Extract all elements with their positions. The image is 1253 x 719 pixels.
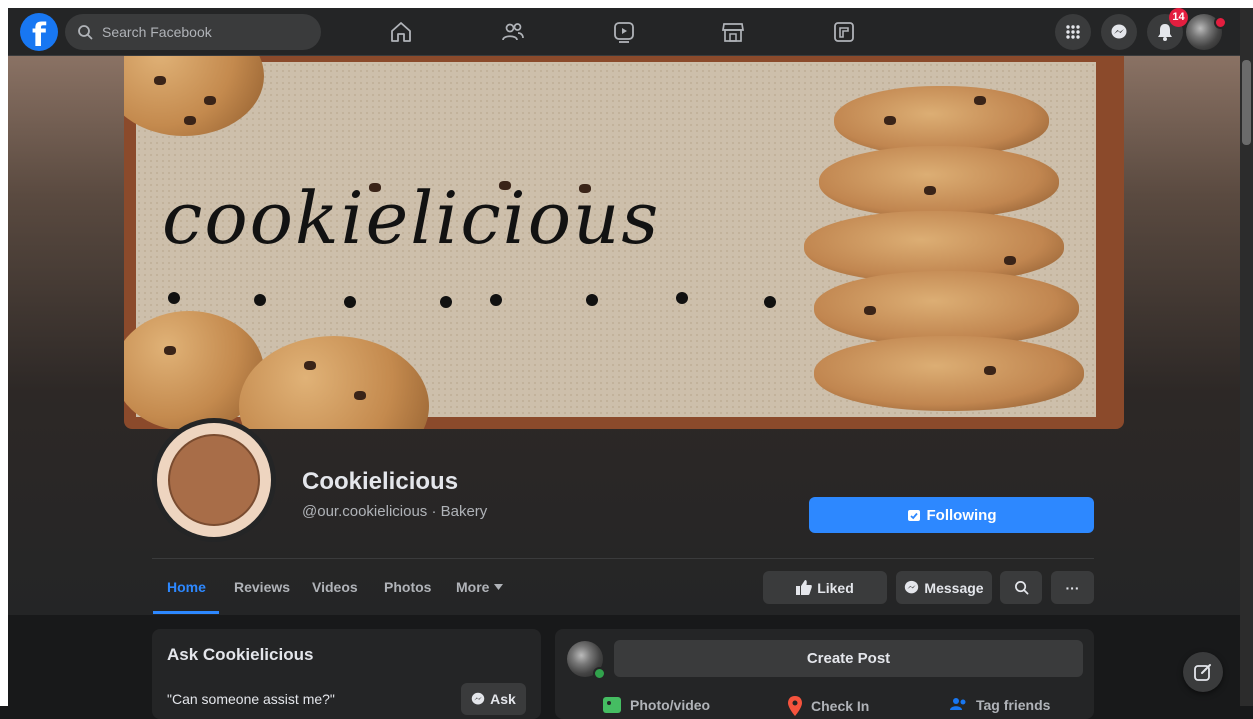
following-check-icon bbox=[907, 510, 920, 521]
chocolate-chip bbox=[499, 181, 511, 190]
window-frame-left bbox=[0, 0, 8, 706]
marketplace-nav-icon[interactable] bbox=[721, 20, 745, 44]
messenger-icon[interactable] bbox=[1101, 14, 1137, 50]
chocolate-chip bbox=[184, 116, 196, 125]
window-frame-top bbox=[0, 0, 1253, 8]
home-nav-icon[interactable] bbox=[389, 20, 413, 44]
facebook-logo-icon[interactable]: f bbox=[20, 13, 58, 51]
chocolate-chip bbox=[884, 116, 896, 125]
top-navbar: f 14 bbox=[8, 8, 1240, 56]
active-tab-indicator bbox=[153, 611, 219, 614]
create-post-button[interactable]: Create Post bbox=[614, 640, 1083, 677]
scrollbar-thumb[interactable] bbox=[1242, 60, 1251, 145]
thumbs-up-icon bbox=[796, 580, 813, 595]
chocolate-chip bbox=[304, 361, 316, 370]
check-in-label: Check In bbox=[811, 698, 870, 714]
tag-friends-option[interactable]: Tag friends bbox=[950, 696, 1050, 714]
online-status-dot bbox=[593, 667, 606, 680]
avatar-alert-dot bbox=[1214, 16, 1227, 29]
tab-videos[interactable]: Videos bbox=[312, 579, 358, 595]
search-box[interactable] bbox=[65, 14, 321, 50]
decorative-dot bbox=[676, 292, 688, 304]
message-label: Message bbox=[924, 579, 984, 596]
gaming-nav-icon[interactable] bbox=[832, 20, 856, 44]
chocolate-chip bbox=[864, 306, 876, 315]
liked-label: Liked bbox=[817, 579, 854, 596]
chocolate-chip bbox=[984, 366, 996, 375]
ask-card-title: Ask Cookielicious bbox=[167, 645, 314, 664]
liked-button[interactable]: Liked bbox=[763, 571, 887, 604]
decorative-dot bbox=[764, 296, 776, 308]
photo-video-label: Photo/video bbox=[630, 697, 711, 713]
tag-friends-icon bbox=[950, 698, 966, 710]
chocolate-chip bbox=[369, 183, 381, 192]
check-in-option[interactable]: Check In bbox=[787, 696, 869, 716]
page-handle-category: @our.cookielicious · Bakery bbox=[302, 503, 488, 520]
more-options-button[interactable]: ··· bbox=[1051, 571, 1094, 604]
chocolate-chip bbox=[354, 391, 366, 400]
decorative-dot bbox=[440, 296, 452, 308]
photo-icon bbox=[603, 697, 621, 713]
search-icon bbox=[1014, 581, 1028, 595]
location-pin-icon bbox=[788, 696, 802, 716]
decorative-dot bbox=[168, 292, 180, 304]
messenger-icon bbox=[471, 692, 485, 705]
following-button[interactable]: Following bbox=[809, 497, 1094, 533]
page-profile-picture[interactable] bbox=[152, 418, 276, 542]
caret-down-icon bbox=[494, 584, 504, 590]
profile-divider bbox=[152, 558, 1094, 559]
cookie-stack-image bbox=[814, 271, 1079, 346]
decorative-dot bbox=[490, 294, 502, 306]
chocolate-chip bbox=[1004, 256, 1016, 265]
decorative-dot bbox=[586, 294, 598, 306]
profile-seal-logo bbox=[168, 434, 260, 526]
chocolate-chip bbox=[164, 346, 176, 355]
ask-suggested-question: "Can someone assist me?" bbox=[167, 691, 335, 707]
cookie-stack-image bbox=[819, 146, 1059, 218]
message-button[interactable]: Message bbox=[896, 571, 992, 604]
chocolate-chip bbox=[924, 186, 936, 195]
menu-grid-icon[interactable] bbox=[1055, 14, 1091, 50]
tag-friends-label: Tag friends bbox=[976, 697, 1051, 713]
decorative-dot bbox=[254, 294, 266, 306]
tab-more-label: More bbox=[456, 579, 490, 595]
tab-reviews[interactable]: Reviews bbox=[234, 579, 290, 595]
messenger-icon bbox=[905, 580, 919, 594]
ask-button-label: Ask bbox=[490, 691, 516, 707]
tab-home[interactable]: Home bbox=[167, 579, 206, 595]
compose-icon bbox=[1194, 664, 1211, 681]
page-title: Cookielicious bbox=[302, 468, 459, 495]
chocolate-chip bbox=[154, 76, 166, 85]
ask-button[interactable]: Ask bbox=[461, 683, 526, 715]
search-icon bbox=[78, 25, 93, 40]
photo-video-option[interactable]: Photo/video bbox=[602, 696, 710, 714]
cover-photo[interactable]: cookielicious bbox=[124, 56, 1124, 429]
tab-photos[interactable]: Photos bbox=[384, 579, 431, 595]
tab-more[interactable]: More bbox=[456, 579, 504, 595]
decorative-dot bbox=[344, 296, 356, 308]
profile-seal-ring bbox=[157, 423, 271, 537]
watch-nav-icon[interactable] bbox=[612, 20, 636, 44]
search-page-button[interactable] bbox=[1000, 571, 1042, 604]
new-message-button[interactable] bbox=[1183, 652, 1223, 692]
chocolate-chip bbox=[579, 184, 591, 193]
chocolate-chip bbox=[204, 96, 216, 105]
chocolate-chip bbox=[974, 96, 986, 105]
following-label: Following bbox=[926, 506, 997, 524]
more-dots-icon: ··· bbox=[1065, 579, 1080, 596]
cookie-stack-image bbox=[814, 336, 1084, 411]
notification-count-badge: 14 bbox=[1169, 8, 1188, 27]
search-input[interactable] bbox=[100, 23, 304, 41]
friends-nav-icon[interactable] bbox=[501, 20, 525, 44]
